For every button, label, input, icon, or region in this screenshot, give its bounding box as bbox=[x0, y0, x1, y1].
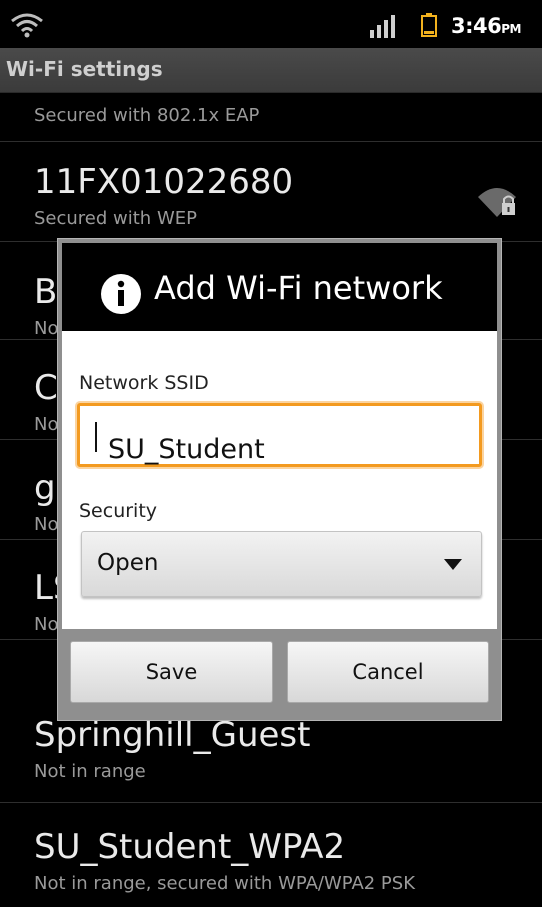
save-button[interactable]: Save bbox=[70, 641, 273, 703]
add-network-dialog: Add Wi-Fi network Network SSID SU_Studen… bbox=[57, 238, 502, 721]
dialog-footer: Save Cancel bbox=[62, 629, 497, 715]
ssid-label: Network SSID bbox=[79, 372, 209, 394]
clock-ampm: PM bbox=[501, 22, 521, 36]
dialog-title: Add Wi-Fi network bbox=[154, 269, 443, 307]
text-cursor bbox=[95, 421, 97, 452]
title-bar: Wi-Fi settings bbox=[0, 48, 542, 93]
ssid-input[interactable]: SU_Student bbox=[77, 403, 482, 467]
chevron-down-icon bbox=[444, 559, 462, 570]
dialog-body: Network SSID SU_Student Security Open bbox=[62, 331, 497, 629]
clock-time: 3:46 bbox=[451, 14, 502, 38]
signal-icon bbox=[370, 15, 395, 38]
cancel-button[interactable]: Cancel bbox=[287, 641, 489, 703]
battery-icon bbox=[421, 13, 437, 37]
status-bar: 3:46PM bbox=[0, 0, 542, 48]
dialog-header: Add Wi-Fi network bbox=[62, 243, 497, 331]
page-title: Wi-Fi settings bbox=[6, 57, 163, 81]
status-clock: 3:46PM bbox=[451, 14, 521, 38]
security-label: Security bbox=[79, 500, 158, 522]
security-select[interactable]: Open bbox=[81, 531, 482, 597]
info-icon bbox=[101, 274, 141, 314]
wifi-icon bbox=[11, 13, 43, 38]
ssid-value: SU_Student bbox=[108, 434, 265, 465]
security-value: Open bbox=[97, 550, 159, 576]
